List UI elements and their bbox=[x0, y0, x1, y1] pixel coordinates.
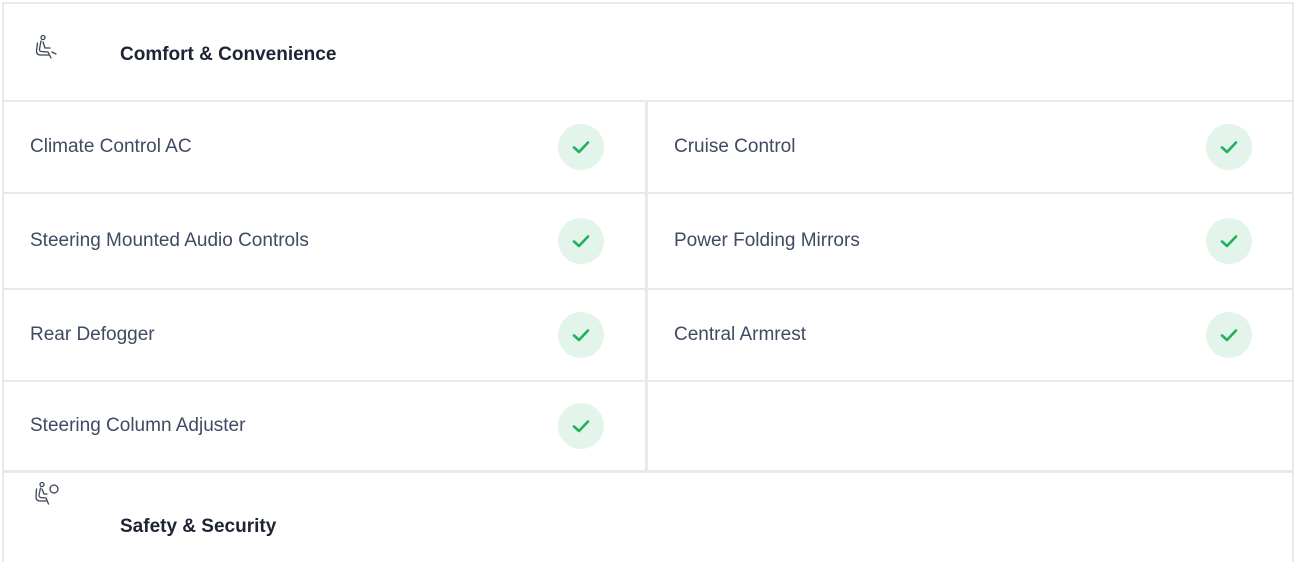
feature-label: Rear Defogger bbox=[30, 324, 155, 345]
feature-cell: Central Armrest bbox=[648, 290, 1292, 380]
feature-cell-empty bbox=[648, 382, 1292, 470]
feature-cell: Power Folding Mirrors bbox=[648, 194, 1292, 288]
check-icon bbox=[558, 218, 604, 264]
feature-cell: Cruise Control bbox=[648, 102, 1292, 192]
section-header-comfort[interactable]: Comfort & Convenience bbox=[4, 4, 1292, 102]
table-row: Steering Mounted Audio Controls Power Fo… bbox=[4, 194, 1292, 290]
feature-label: Climate Control AC bbox=[30, 136, 192, 157]
feature-label: Steering Column Adjuster bbox=[30, 415, 246, 436]
check-icon bbox=[1206, 124, 1252, 170]
section-header-safety[interactable]: Safety & Security bbox=[4, 470, 1292, 564]
check-icon bbox=[558, 124, 604, 170]
feature-label: Steering Mounted Audio Controls bbox=[30, 230, 309, 251]
feature-label: Central Armrest bbox=[674, 324, 806, 345]
feature-cell: Rear Defogger bbox=[4, 290, 648, 380]
feature-cell: Steering Mounted Audio Controls bbox=[4, 194, 648, 288]
table-row: Steering Column Adjuster bbox=[4, 382, 1292, 470]
seat-icon bbox=[34, 34, 60, 60]
section-title-comfort: Comfort & Convenience bbox=[120, 44, 337, 65]
check-icon bbox=[1206, 218, 1252, 264]
airbag-icon bbox=[34, 481, 60, 507]
check-icon bbox=[558, 312, 604, 358]
feature-label: Cruise Control bbox=[674, 136, 796, 157]
feature-cell: Climate Control AC bbox=[4, 102, 648, 192]
check-icon bbox=[558, 403, 604, 449]
features-panel: Comfort & Convenience Climate Control AC… bbox=[2, 2, 1294, 564]
feature-cell: Steering Column Adjuster bbox=[4, 382, 648, 470]
section-title-safety: Safety & Security bbox=[120, 516, 277, 537]
check-icon bbox=[1206, 312, 1252, 358]
feature-label: Power Folding Mirrors bbox=[674, 230, 860, 251]
table-row: Climate Control AC Cruise Control bbox=[4, 102, 1292, 194]
table-row: Rear Defogger Central Armrest bbox=[4, 290, 1292, 382]
